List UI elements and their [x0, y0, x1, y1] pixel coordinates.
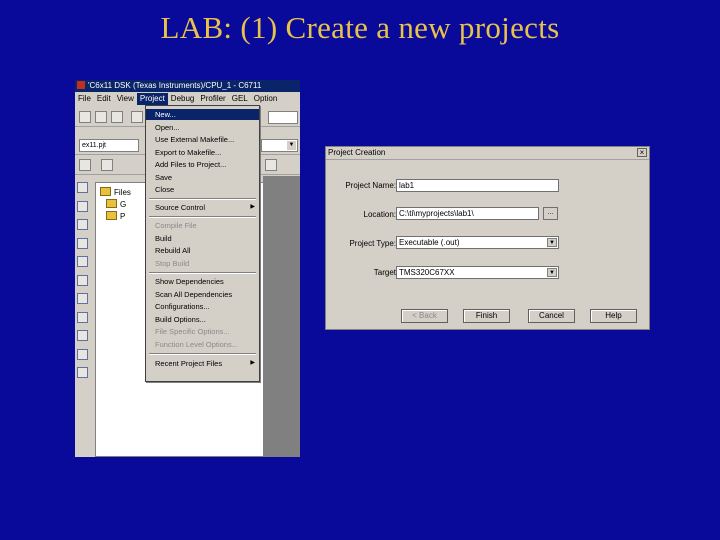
project-name-input[interactable]: lab1: [396, 179, 559, 192]
chevron-right-icon: ▶: [250, 204, 255, 210]
back-button[interactable]: < Back: [401, 309, 448, 323]
disassembly-icon[interactable]: [77, 367, 88, 378]
run-to-cursor-icon[interactable]: [77, 237, 88, 249]
cut-icon[interactable]: [131, 111, 143, 123]
menu-item-rebuild-all[interactable]: Rebuild All: [146, 245, 259, 256]
config-combo[interactable]: ▼: [261, 139, 298, 152]
step-over-icon[interactable]: [77, 200, 88, 212]
target-label: Target: [373, 268, 396, 277]
menu-item-source-control[interactable]: Source Control ▶: [146, 202, 259, 213]
ide-window: 'C6x11 DSK (Texas Instruments)/CPU_1 - C…: [75, 80, 300, 457]
run-icon[interactable]: [77, 256, 88, 267]
menu-item-open[interactable]: Open...: [146, 122, 259, 133]
browse-button[interactable]: ...: [543, 207, 558, 220]
menu-separator: [149, 353, 256, 355]
menu-item-recent-project-files[interactable]: Recent Project Files ▶: [146, 358, 259, 369]
help-button[interactable]: Help: [590, 309, 637, 323]
menu-item-function-level-options[interactable]: Function Level Options...: [146, 339, 259, 350]
menu-separator: [149, 272, 256, 274]
register-icon[interactable]: [77, 311, 88, 323]
memory-icon[interactable]: [77, 330, 88, 341]
menu-item-configurations[interactable]: Configurations...: [146, 301, 259, 312]
compile-icon[interactable]: [79, 159, 91, 171]
ide-titlebar: 'C6x11 DSK (Texas Instruments)/CPU_1 - C…: [75, 80, 300, 92]
menu-item-export-to-makefile[interactable]: Export to Makefile...: [146, 147, 259, 158]
menu-separator: [149, 216, 256, 218]
menu-profiler[interactable]: Profiler: [197, 93, 228, 105]
open-file-icon[interactable]: [95, 111, 107, 123]
target-select[interactable]: TMS320C67XX ▼: [396, 266, 559, 279]
step-out-icon[interactable]: [77, 219, 88, 230]
menu-item-scan-all-dependencies[interactable]: Scan All Dependencies: [146, 289, 259, 300]
location-label: Location:: [363, 210, 396, 219]
project-creation-dialog: Project Creation × Project Name: lab1 Lo…: [325, 146, 650, 330]
new-file-icon[interactable]: [79, 111, 91, 123]
halt-icon[interactable]: [77, 274, 88, 286]
run-icon[interactable]: [265, 159, 277, 171]
find-combo[interactable]: [268, 111, 298, 124]
cancel-button[interactable]: Cancel: [528, 309, 575, 323]
menu-item-file-specific-options[interactable]: File Specific Options...: [146, 326, 259, 337]
menu-debug[interactable]: Debug: [168, 93, 198, 105]
finish-button[interactable]: Finish: [463, 309, 510, 323]
chevron-down-icon[interactable]: ▼: [287, 141, 296, 150]
menu-item-save[interactable]: Save: [146, 172, 259, 183]
menu-item-new[interactable]: New...: [146, 109, 259, 120]
location-input[interactable]: C:\ti\myprojects\lab1\: [396, 207, 539, 220]
chevron-down-icon[interactable]: ▼: [547, 238, 557, 247]
menu-item-add-files[interactable]: Add Files to Project...: [146, 159, 259, 170]
menu-item-close[interactable]: Close: [146, 184, 259, 195]
tree-root-label: Files: [114, 188, 131, 197]
folder-icon: [106, 211, 117, 220]
menu-item-compile-file[interactable]: Compile File: [146, 220, 259, 231]
workspace-area: [263, 176, 300, 457]
tree-item[interactable]: G: [106, 199, 126, 209]
menubar: File Edit View Project Debug Profiler GEL Optio…: [75, 93, 300, 105]
ide-window-title: 'C6x11 DSK (Texas Instruments)/CPU_1 - C…: [88, 81, 262, 90]
close-icon[interactable]: ×: [637, 148, 647, 157]
save-icon[interactable]: [111, 111, 123, 123]
project-combo[interactable]: ex11.pjt: [79, 139, 139, 152]
dialog-title: Project Creation: [328, 148, 386, 157]
chevron-down-icon[interactable]: ▼: [547, 268, 557, 277]
step-into-icon[interactable]: [77, 182, 88, 193]
folder-icon: [100, 187, 111, 196]
project-menu: New... Open... Use External Makefile... …: [145, 105, 260, 382]
menu-gel[interactable]: GEL: [229, 93, 251, 105]
tree-item[interactable]: P: [106, 211, 125, 221]
vertical-toolbar: [77, 182, 93, 386]
menu-item-build[interactable]: Build: [146, 233, 259, 244]
project-type-select[interactable]: Executable (.out) ▼: [396, 236, 559, 249]
folder-icon: [106, 199, 117, 208]
app-icon: [77, 81, 85, 89]
menu-item-use-external-makefile[interactable]: Use External Makefile...: [146, 134, 259, 145]
menu-item-stop-build[interactable]: Stop Build: [146, 258, 259, 269]
tree-root[interactable]: Files: [100, 187, 131, 197]
menu-view[interactable]: View: [114, 93, 137, 105]
build-icon[interactable]: [101, 159, 113, 171]
project-name-label: Project Name:: [345, 181, 396, 190]
slide-title: LAB: (1) Create a new projects: [160, 10, 560, 45]
menu-project[interactable]: Project: [136, 93, 168, 105]
menu-separator: [149, 198, 256, 200]
animate-icon[interactable]: [77, 293, 88, 304]
project-combo-value: ex11.pjt: [82, 142, 106, 149]
menu-item-build-options[interactable]: Build Options...: [146, 314, 259, 325]
dialog-titlebar: Project Creation ×: [326, 147, 649, 160]
menu-item-show-dependencies[interactable]: Show Dependencies: [146, 276, 259, 287]
menu-file[interactable]: File: [75, 93, 94, 105]
chevron-right-icon: ▶: [250, 360, 255, 366]
menu-option[interactable]: Option: [251, 93, 281, 105]
project-type-label: Project Type:: [349, 239, 396, 248]
watch-icon[interactable]: [77, 348, 88, 360]
menu-edit[interactable]: Edit: [94, 93, 114, 105]
